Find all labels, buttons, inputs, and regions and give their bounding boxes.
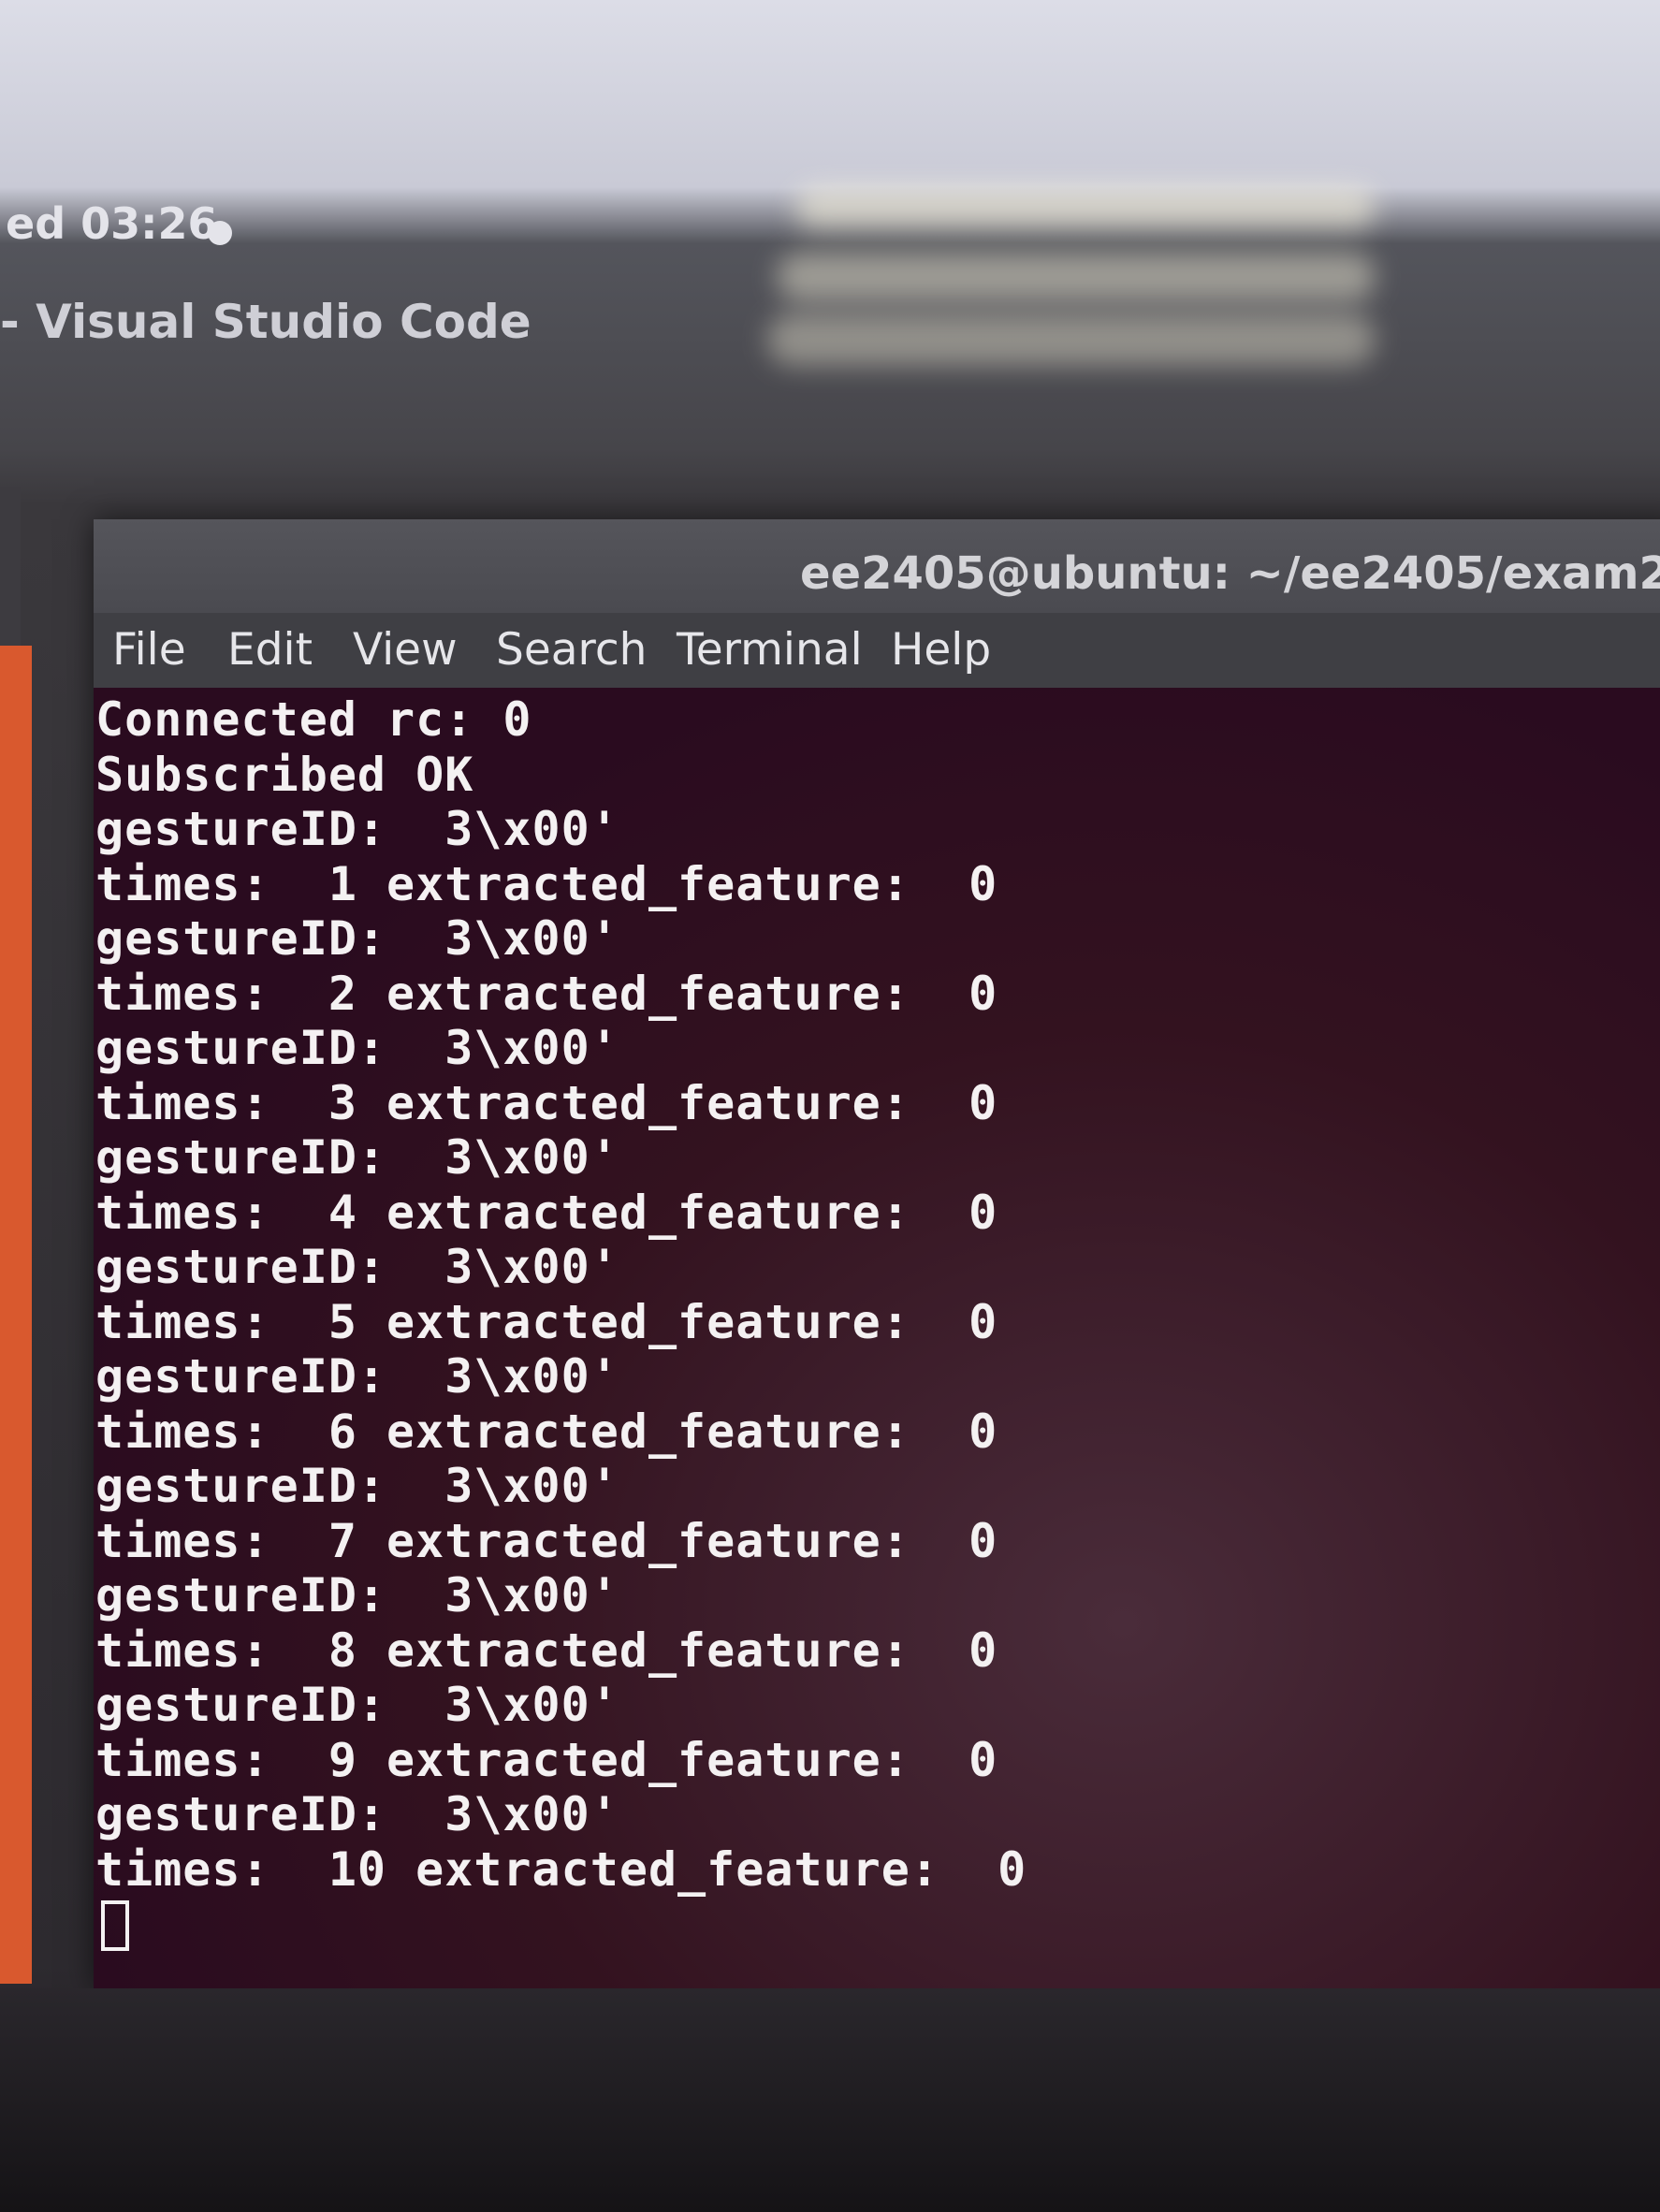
clock[interactable]: ed 03:26 <box>6 198 218 249</box>
terminal-line: gestureID: 3\x00' <box>95 1678 619 1732</box>
terminal-line: Subscribed OK <box>95 747 474 802</box>
photo-of-screen: ed 03:26 - Visual Studio Code ee2405@ubu… <box>0 0 1660 2212</box>
terminal-line: times: 10 extracted_feature: 0 <box>95 1841 1027 1897</box>
terminal-line: times: 6 extracted_feature: 0 <box>95 1404 998 1459</box>
launcher-panel <box>0 487 21 646</box>
menu-help[interactable]: Help <box>891 624 991 676</box>
terminal-menubar <box>94 613 1660 688</box>
terminal-line: times: 8 extracted_feature: 0 <box>95 1623 998 1678</box>
terminal-line: times: 1 extracted_feature: 0 <box>95 856 998 911</box>
background-window-title: - Visual Studio Code <box>0 295 531 349</box>
terminal-line: gestureID: 3\x00' <box>95 802 619 856</box>
terminal-line: gestureID: 3\x00' <box>95 1459 619 1513</box>
system-top-bar <box>0 187 1660 277</box>
terminal-window[interactable]: ee2405@ubuntu: ~/ee2405/exam2/exam2 File… <box>94 519 1660 1988</box>
terminal-line: gestureID: 3\x00' <box>95 1130 619 1185</box>
terminal-line: times: 5 extracted_feature: 0 <box>95 1294 998 1349</box>
terminal-line: Connected rc: 0 <box>95 692 532 747</box>
text-cursor <box>101 1900 129 1951</box>
terminal-titlebar[interactable]: ee2405@ubuntu: ~/ee2405/exam2/exam2 <box>94 519 1660 613</box>
terminal-line: times: 7 extracted_feature: 0 <box>95 1513 998 1568</box>
terminal-line: gestureID: 3\x00' <box>95 1349 619 1404</box>
terminal-title: ee2405@ubuntu: ~/ee2405/exam2/exam2 <box>800 547 1660 600</box>
terminal-line: times: 9 extracted_feature: 0 <box>95 1732 998 1787</box>
terminal-line: gestureID: 3\x00' <box>95 1568 619 1623</box>
terminal-line: times: 4 extracted_feature: 0 <box>95 1185 998 1240</box>
terminal-line: times: 3 extracted_feature: 0 <box>95 1075 998 1130</box>
menu-terminal[interactable]: Terminal <box>677 624 863 676</box>
terminal-line: gestureID: 3\x00' <box>95 1787 619 1841</box>
menu-edit[interactable]: Edit <box>227 624 313 676</box>
menu-view[interactable]: View <box>353 624 458 676</box>
launcher-active-item[interactable] <box>0 646 32 1984</box>
menu-search[interactable]: Search <box>496 624 647 676</box>
notification-dot-icon <box>208 221 232 245</box>
terminal-line: gestureID: 3\x00' <box>95 1240 619 1294</box>
terminal-line: times: 2 extracted_feature: 0 <box>95 966 998 1021</box>
terminal-line: gestureID: 3\x00' <box>95 911 619 966</box>
monitor-bezel <box>0 1988 1660 2212</box>
light-reflection <box>767 313 1376 366</box>
menu-file[interactable]: File <box>112 624 186 676</box>
terminal-line: gestureID: 3\x00' <box>95 1021 619 1075</box>
